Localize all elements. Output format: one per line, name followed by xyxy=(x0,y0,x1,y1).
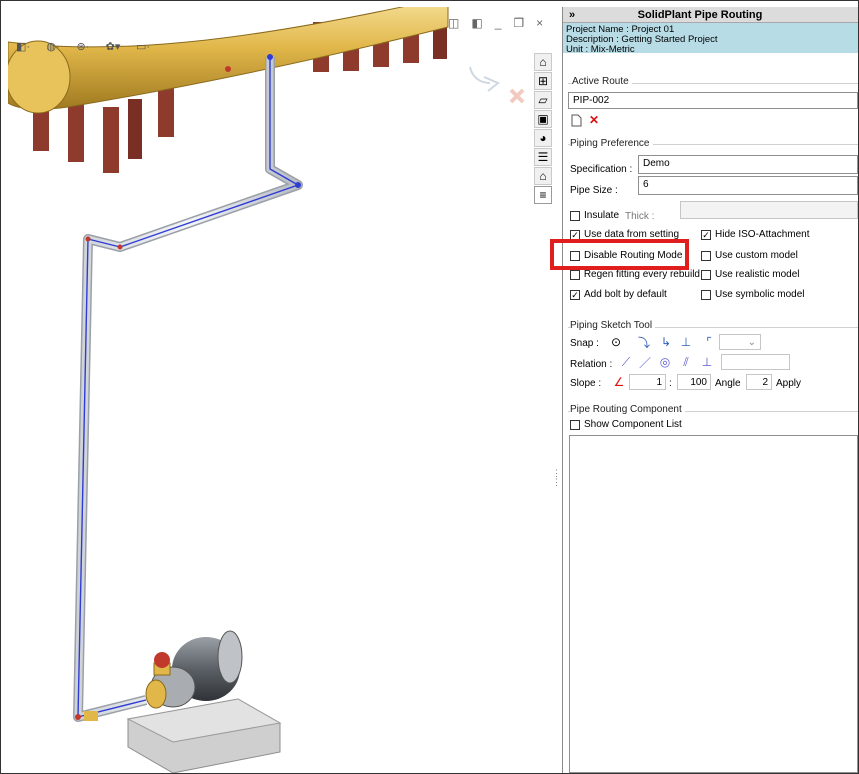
snap-label: Snap : xyxy=(570,338,599,349)
heads-up-view-toolbar: ◧· ◍· ⊛· ✿▾ ▭· xyxy=(10,38,156,54)
snap-center-icon[interactable]: ⊙ xyxy=(607,334,625,350)
thick-label: Thick : xyxy=(625,211,655,222)
folder-icon[interactable]: ▱ xyxy=(534,91,552,109)
use-symbolic-model-checkbox[interactable]: Use symbolic model xyxy=(701,289,804,300)
restore-icon[interactable]: ❐ xyxy=(513,16,524,30)
use-realistic-box[interactable] xyxy=(701,269,711,280)
use-symbolic-box[interactable] xyxy=(701,289,711,300)
slope-separator: : xyxy=(669,378,672,389)
apply-button[interactable]: Apply xyxy=(776,378,801,389)
split-icon[interactable]: ◧ xyxy=(471,16,482,30)
project-unit: Unit : Mix-Metric xyxy=(566,44,635,55)
use-custom-label: Use custom model xyxy=(715,250,798,261)
regen-box[interactable] xyxy=(570,269,580,280)
use-realistic-model-checkbox[interactable]: Use realistic model xyxy=(701,269,799,280)
close-icon[interactable]: × xyxy=(536,16,543,30)
relation-field[interactable] xyxy=(721,354,790,370)
insulate-checkbox[interactable]: Insulate xyxy=(570,210,619,221)
insulate-label: Insulate xyxy=(584,210,620,221)
use-symbolic-label: Use symbolic model xyxy=(715,289,805,300)
pipe-size-label: Pipe Size : xyxy=(570,185,618,196)
hide-iso-label: Hide ISO-Attachment xyxy=(715,229,810,240)
slope-angle-icon[interactable]: ∠ xyxy=(611,374,627,390)
component-list[interactable] xyxy=(569,435,858,773)
reference-triad xyxy=(469,66,525,104)
minimize-icon[interactable]: _ xyxy=(495,16,502,30)
add-bolt-checkbox[interactable]: ✓ Add bolt by default xyxy=(570,289,667,300)
appearance-scene-icon[interactable]: ✿▾ xyxy=(100,38,126,54)
snap-corner-icon[interactable]: ⌜ xyxy=(700,334,718,350)
snap-dropdown[interactable]: ⌄ xyxy=(719,334,761,350)
add-bolt-box[interactable]: ✓ xyxy=(570,289,580,300)
regen-fitting-checkbox[interactable]: Regen fitting every rebuild xyxy=(570,269,700,280)
relation-parallel-icon[interactable]: ⫽ xyxy=(678,354,694,370)
show-component-list-checkbox[interactable]: Show Component List xyxy=(570,419,682,430)
add-bolt-label: Add bolt by default xyxy=(584,289,667,300)
highlight-callout xyxy=(550,239,689,270)
view-orientation-icon[interactable]: ◍· xyxy=(40,38,66,54)
application-window: ◧· ◍· ⊛· ✿▾ ▭· ◫ ◧ _ ❐ × ⋮⋮ ⌂ ⊞ ▱ ▣ ◕ ☰ … xyxy=(0,0,859,774)
project-info: Project Name : Project 01 Description : … xyxy=(563,23,858,55)
panel-header: » SolidPlant Pipe Routing xyxy=(563,7,858,23)
relation-perpendicular-icon[interactable]: ⟋ xyxy=(618,354,634,370)
display-style-icon[interactable]: ⊛· xyxy=(70,38,96,54)
section-view-icon[interactable]: ◧· xyxy=(10,38,36,54)
new-route-icon[interactable] xyxy=(570,113,583,127)
relation-label: Relation : xyxy=(570,359,613,370)
specification-field[interactable]: Demo xyxy=(638,155,858,174)
viewport-window-controls: ◫ ◧ _ ❐ × xyxy=(448,16,543,30)
angle-field[interactable]: 2 xyxy=(746,374,772,390)
relation-concentric-icon[interactable]: ◎ xyxy=(657,354,673,370)
specification-label: Specification : xyxy=(570,164,633,175)
sketch-tool-label: Piping Sketch Tool xyxy=(570,320,656,331)
pipe-size-field[interactable]: 6 xyxy=(638,176,858,195)
tile-icon[interactable]: ◫ xyxy=(448,16,459,30)
insulate-box[interactable] xyxy=(570,210,580,221)
show-component-box[interactable] xyxy=(570,419,580,430)
collapse-panel-icon[interactable]: » xyxy=(563,9,581,21)
show-component-label: Show Component List xyxy=(584,419,682,430)
slope-label: Slope : xyxy=(570,378,602,389)
use-custom-box[interactable] xyxy=(701,250,711,261)
graphics-viewport[interactable]: ◧· ◍· ⊛· ✿▾ ▭· ◫ ◧ _ ❐ × ⋮⋮ xyxy=(8,7,558,773)
part-icon[interactable]: ⊞ xyxy=(534,72,552,90)
splitter-handle[interactable]: ⋮⋮ xyxy=(552,469,558,497)
relation-perpendicular2-icon[interactable]: ⊥ xyxy=(699,354,715,370)
pump-assembly[interactable] xyxy=(126,630,282,773)
active-route-label: Active Route xyxy=(572,76,632,87)
model-scene[interactable] xyxy=(8,7,558,773)
component-label: Pipe Routing Component xyxy=(570,404,685,415)
angle-label: Angle xyxy=(715,378,741,389)
thick-field[interactable] xyxy=(680,201,858,219)
active-route-field[interactable]: PIP-002 xyxy=(568,92,858,109)
snap-tee-icon[interactable]: ⊥ xyxy=(677,334,695,350)
panel-title: SolidPlant Pipe Routing xyxy=(637,8,763,21)
plant-icon[interactable]: ⌂ xyxy=(534,167,552,185)
slope-run-field[interactable]: 100 xyxy=(677,374,711,390)
hide-iso-checkbox[interactable]: ✓ Hide ISO-Attachment xyxy=(701,229,809,240)
slope-rise-field[interactable]: 1 xyxy=(629,374,666,390)
relation-collinear-icon[interactable]: ／ xyxy=(637,354,653,370)
view-palette-icon[interactable]: ▣ xyxy=(534,110,552,128)
delete-route-icon[interactable]: ✕ xyxy=(587,113,601,127)
home-icon[interactable]: ⌂ xyxy=(534,53,552,71)
snap-line-icon[interactable]: ⤵ xyxy=(633,334,655,350)
view-settings-icon[interactable]: ▭· xyxy=(130,38,156,54)
hide-iso-box[interactable]: ✓ xyxy=(701,229,711,240)
pipe-routing-icon[interactable]: ≡ xyxy=(534,186,552,204)
appearance-icon[interactable]: ◕ xyxy=(534,129,552,147)
snap-elbow-icon[interactable]: ↳ xyxy=(655,334,677,350)
custom-properties-icon[interactable]: ☰ xyxy=(534,148,552,166)
use-data-box[interactable]: ✓ xyxy=(570,229,580,240)
regen-label: Regen fitting every rebuild xyxy=(583,269,700,280)
piping-preference-label: Piping Preference xyxy=(570,138,653,149)
use-custom-model-checkbox[interactable]: Use custom model xyxy=(701,250,798,261)
use-realistic-label: Use realistic model xyxy=(715,269,800,280)
